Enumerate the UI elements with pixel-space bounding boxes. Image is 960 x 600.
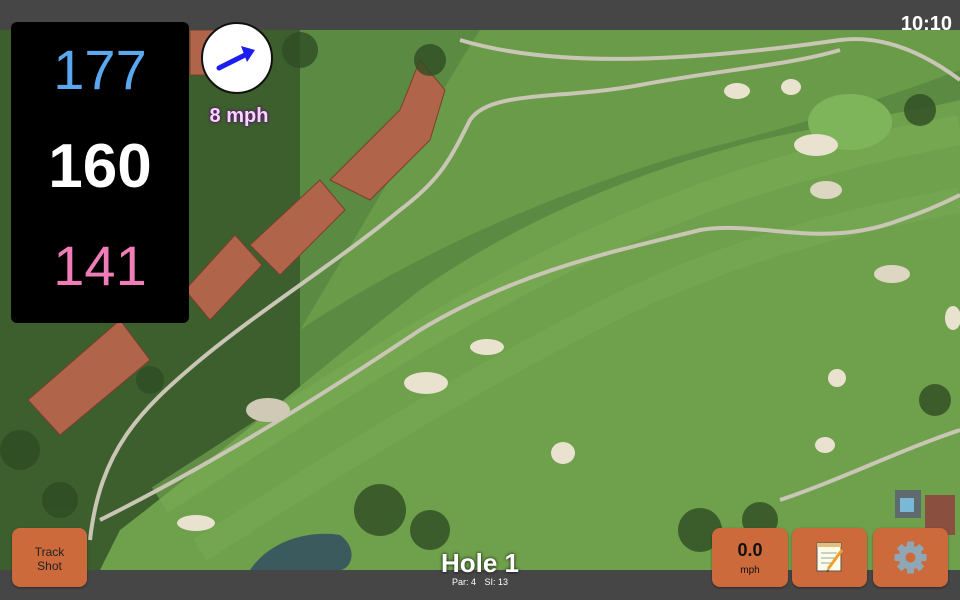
- wind-arrow-icon: [216, 46, 255, 71]
- hole-par: Par: 4: [451, 577, 476, 587]
- wind-direction-indicator: [201, 22, 273, 94]
- front-distance: 141: [53, 234, 147, 297]
- back-distance: 177: [53, 38, 147, 101]
- hole-title: Hole 1: [440, 548, 520, 578]
- track-shot-button[interactable]: Track Shot: [12, 528, 87, 587]
- speed-unit: mph: [740, 565, 760, 576]
- settings-button[interactable]: [873, 528, 948, 587]
- middle-distance: 160: [48, 132, 152, 201]
- track-shot-label-line1: Track: [34, 545, 65, 559]
- gear-icon: [894, 541, 927, 574]
- notes-button[interactable]: [792, 528, 867, 587]
- speed-value: 0.0: [737, 540, 763, 560]
- hole-stroke-index: SI: 13: [484, 577, 509, 587]
- wind-speed: 8 mph: [209, 105, 269, 127]
- track-shot-label-line2: Shot: [37, 559, 62, 573]
- notepad-icon: [816, 542, 844, 572]
- speed-button[interactable]: 0.0 mph: [712, 528, 788, 587]
- distance-panel: 177 160 141: [11, 22, 189, 323]
- clock: 10:10: [900, 13, 952, 35]
- hole-info: Par: 4 SI: 13: [380, 577, 580, 587]
